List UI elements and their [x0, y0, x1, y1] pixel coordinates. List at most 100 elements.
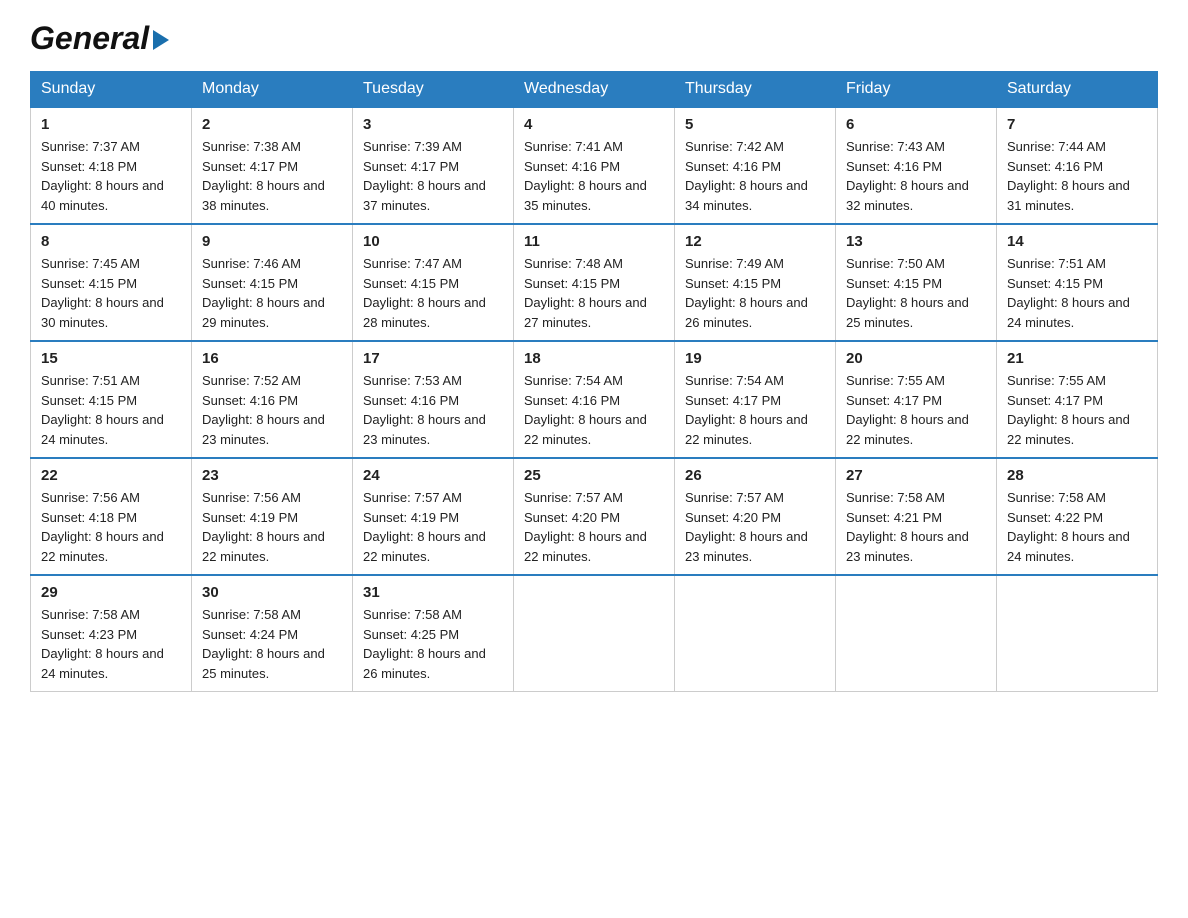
day-info: Sunrise: 7:55 AMSunset: 4:17 PMDaylight:… — [1007, 371, 1147, 449]
calendar-week-row: 1 Sunrise: 7:37 AMSunset: 4:18 PMDayligh… — [31, 107, 1158, 224]
day-info: Sunrise: 7:56 AMSunset: 4:18 PMDaylight:… — [41, 488, 181, 566]
day-info: Sunrise: 7:42 AMSunset: 4:16 PMDaylight:… — [685, 137, 825, 215]
calendar-day-cell: 20 Sunrise: 7:55 AMSunset: 4:17 PMDaylig… — [836, 341, 997, 458]
calendar-day-cell: 6 Sunrise: 7:43 AMSunset: 4:16 PMDayligh… — [836, 107, 997, 224]
day-number: 17 — [363, 350, 503, 367]
calendar-day-cell: 22 Sunrise: 7:56 AMSunset: 4:18 PMDaylig… — [31, 458, 192, 575]
day-info: Sunrise: 7:41 AMSunset: 4:16 PMDaylight:… — [524, 137, 664, 215]
day-number: 22 — [41, 467, 181, 484]
calendar-day-cell: 19 Sunrise: 7:54 AMSunset: 4:17 PMDaylig… — [675, 341, 836, 458]
day-number: 5 — [685, 116, 825, 133]
calendar-day-cell: 11 Sunrise: 7:48 AMSunset: 4:15 PMDaylig… — [514, 224, 675, 341]
day-number: 24 — [363, 467, 503, 484]
day-info: Sunrise: 7:38 AMSunset: 4:17 PMDaylight:… — [202, 137, 342, 215]
day-info: Sunrise: 7:58 AMSunset: 4:25 PMDaylight:… — [363, 605, 503, 683]
day-info: Sunrise: 7:48 AMSunset: 4:15 PMDaylight:… — [524, 254, 664, 332]
day-info: Sunrise: 7:37 AMSunset: 4:18 PMDaylight:… — [41, 137, 181, 215]
day-info: Sunrise: 7:44 AMSunset: 4:16 PMDaylight:… — [1007, 137, 1147, 215]
day-number: 3 — [363, 116, 503, 133]
day-info: Sunrise: 7:47 AMSunset: 4:15 PMDaylight:… — [363, 254, 503, 332]
day-info: Sunrise: 7:53 AMSunset: 4:16 PMDaylight:… — [363, 371, 503, 449]
page-header: General — [30, 20, 1158, 53]
day-number: 27 — [846, 467, 986, 484]
day-info: Sunrise: 7:45 AMSunset: 4:15 PMDaylight:… — [41, 254, 181, 332]
day-info: Sunrise: 7:43 AMSunset: 4:16 PMDaylight:… — [846, 137, 986, 215]
weekday-header-wednesday: Wednesday — [514, 72, 675, 108]
day-number: 18 — [524, 350, 664, 367]
day-info: Sunrise: 7:58 AMSunset: 4:22 PMDaylight:… — [1007, 488, 1147, 566]
calendar-day-cell: 18 Sunrise: 7:54 AMSunset: 4:16 PMDaylig… — [514, 341, 675, 458]
day-info: Sunrise: 7:46 AMSunset: 4:15 PMDaylight:… — [202, 254, 342, 332]
day-number: 4 — [524, 116, 664, 133]
calendar-day-cell: 12 Sunrise: 7:49 AMSunset: 4:15 PMDaylig… — [675, 224, 836, 341]
day-number: 13 — [846, 233, 986, 250]
day-info: Sunrise: 7:56 AMSunset: 4:19 PMDaylight:… — [202, 488, 342, 566]
weekday-header-row: SundayMondayTuesdayWednesdayThursdayFrid… — [31, 72, 1158, 108]
day-number: 19 — [685, 350, 825, 367]
calendar-day-cell: 4 Sunrise: 7:41 AMSunset: 4:16 PMDayligh… — [514, 107, 675, 224]
day-info: Sunrise: 7:57 AMSunset: 4:19 PMDaylight:… — [363, 488, 503, 566]
day-number: 6 — [846, 116, 986, 133]
day-info: Sunrise: 7:51 AMSunset: 4:15 PMDaylight:… — [41, 371, 181, 449]
day-info: Sunrise: 7:58 AMSunset: 4:23 PMDaylight:… — [41, 605, 181, 683]
day-info: Sunrise: 7:54 AMSunset: 4:17 PMDaylight:… — [685, 371, 825, 449]
day-number: 21 — [1007, 350, 1147, 367]
day-info: Sunrise: 7:54 AMSunset: 4:16 PMDaylight:… — [524, 371, 664, 449]
calendar-day-cell: 26 Sunrise: 7:57 AMSunset: 4:20 PMDaylig… — [675, 458, 836, 575]
calendar-day-cell: 30 Sunrise: 7:58 AMSunset: 4:24 PMDaylig… — [192, 575, 353, 692]
calendar-week-row: 8 Sunrise: 7:45 AMSunset: 4:15 PMDayligh… — [31, 224, 1158, 341]
day-number: 16 — [202, 350, 342, 367]
day-number: 8 — [41, 233, 181, 250]
calendar-day-cell: 5 Sunrise: 7:42 AMSunset: 4:16 PMDayligh… — [675, 107, 836, 224]
day-info: Sunrise: 7:58 AMSunset: 4:21 PMDaylight:… — [846, 488, 986, 566]
calendar-week-row: 29 Sunrise: 7:58 AMSunset: 4:23 PMDaylig… — [31, 575, 1158, 692]
logo-arrow-icon — [153, 30, 169, 50]
day-number: 26 — [685, 467, 825, 484]
day-info: Sunrise: 7:58 AMSunset: 4:24 PMDaylight:… — [202, 605, 342, 683]
day-number: 15 — [41, 350, 181, 367]
day-number: 2 — [202, 116, 342, 133]
day-number: 28 — [1007, 467, 1147, 484]
calendar-week-row: 15 Sunrise: 7:51 AMSunset: 4:15 PMDaylig… — [31, 341, 1158, 458]
calendar-day-cell: 9 Sunrise: 7:46 AMSunset: 4:15 PMDayligh… — [192, 224, 353, 341]
weekday-header-tuesday: Tuesday — [353, 72, 514, 108]
day-info: Sunrise: 7:57 AMSunset: 4:20 PMDaylight:… — [685, 488, 825, 566]
day-info: Sunrise: 7:57 AMSunset: 4:20 PMDaylight:… — [524, 488, 664, 566]
day-number: 31 — [363, 584, 503, 601]
calendar-day-cell: 8 Sunrise: 7:45 AMSunset: 4:15 PMDayligh… — [31, 224, 192, 341]
empty-cell — [514, 575, 675, 692]
calendar-day-cell: 13 Sunrise: 7:50 AMSunset: 4:15 PMDaylig… — [836, 224, 997, 341]
calendar-day-cell: 28 Sunrise: 7:58 AMSunset: 4:22 PMDaylig… — [997, 458, 1158, 575]
calendar-day-cell: 2 Sunrise: 7:38 AMSunset: 4:17 PMDayligh… — [192, 107, 353, 224]
weekday-header-monday: Monday — [192, 72, 353, 108]
calendar-day-cell: 23 Sunrise: 7:56 AMSunset: 4:19 PMDaylig… — [192, 458, 353, 575]
calendar-day-cell: 31 Sunrise: 7:58 AMSunset: 4:25 PMDaylig… — [353, 575, 514, 692]
calendar-day-cell: 21 Sunrise: 7:55 AMSunset: 4:17 PMDaylig… — [997, 341, 1158, 458]
empty-cell — [997, 575, 1158, 692]
calendar-day-cell: 25 Sunrise: 7:57 AMSunset: 4:20 PMDaylig… — [514, 458, 675, 575]
day-number: 20 — [846, 350, 986, 367]
day-number: 7 — [1007, 116, 1147, 133]
calendar-day-cell: 17 Sunrise: 7:53 AMSunset: 4:16 PMDaylig… — [353, 341, 514, 458]
empty-cell — [836, 575, 997, 692]
calendar-day-cell: 16 Sunrise: 7:52 AMSunset: 4:16 PMDaylig… — [192, 341, 353, 458]
day-info: Sunrise: 7:55 AMSunset: 4:17 PMDaylight:… — [846, 371, 986, 449]
day-number: 14 — [1007, 233, 1147, 250]
day-info: Sunrise: 7:50 AMSunset: 4:15 PMDaylight:… — [846, 254, 986, 332]
calendar-day-cell: 27 Sunrise: 7:58 AMSunset: 4:21 PMDaylig… — [836, 458, 997, 575]
weekday-header-saturday: Saturday — [997, 72, 1158, 108]
weekday-header-thursday: Thursday — [675, 72, 836, 108]
calendar-table: SundayMondayTuesdayWednesdayThursdayFrid… — [30, 71, 1158, 692]
weekday-header-sunday: Sunday — [31, 72, 192, 108]
day-info: Sunrise: 7:49 AMSunset: 4:15 PMDaylight:… — [685, 254, 825, 332]
calendar-day-cell: 1 Sunrise: 7:37 AMSunset: 4:18 PMDayligh… — [31, 107, 192, 224]
calendar-day-cell: 15 Sunrise: 7:51 AMSunset: 4:15 PMDaylig… — [31, 341, 192, 458]
calendar-day-cell: 29 Sunrise: 7:58 AMSunset: 4:23 PMDaylig… — [31, 575, 192, 692]
day-info: Sunrise: 7:39 AMSunset: 4:17 PMDaylight:… — [363, 137, 503, 215]
day-number: 25 — [524, 467, 664, 484]
day-number: 12 — [685, 233, 825, 250]
empty-cell — [675, 575, 836, 692]
calendar-day-cell: 14 Sunrise: 7:51 AMSunset: 4:15 PMDaylig… — [997, 224, 1158, 341]
day-number: 29 — [41, 584, 181, 601]
logo-general: General — [30, 20, 149, 57]
